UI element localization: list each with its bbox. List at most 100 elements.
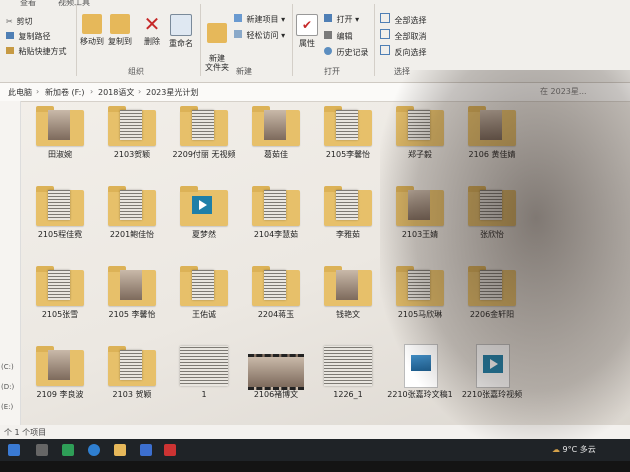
folder-icon (324, 184, 372, 226)
chevron-down-icon: ▾ (355, 15, 360, 24)
cloud-icon: ☁ (552, 445, 560, 454)
app-icon[interactable] (164, 444, 176, 456)
file-item-label: 张欣怡 (480, 230, 504, 239)
folder-icon (396, 104, 444, 146)
edit-button[interactable]: 编辑 (324, 31, 353, 42)
easy-access-label: 轻松访问 (246, 31, 279, 40)
folder-icon (180, 264, 228, 306)
search-input[interactable]: 在 2023星... (540, 86, 630, 98)
easy-access-button[interactable]: 轻松访问 ▾ (234, 30, 285, 41)
folder-icon (252, 184, 300, 226)
select-none-button[interactable]: 全部取消 (380, 29, 427, 42)
folder-icon (108, 104, 156, 146)
invert-selection-button[interactable]: 反向选择 (380, 45, 427, 58)
rename-button[interactable]: 重命名 (166, 14, 196, 49)
document-file-icon (396, 344, 444, 388)
delete-x-icon: ✕ (143, 12, 161, 36)
new-item-button[interactable]: 新建项目 ▾ (234, 14, 285, 25)
breadcrumb-2023-starlight[interactable]: 2023星光计划 (146, 87, 198, 98)
file-item-label: 2105李馨怡 (325, 150, 371, 159)
weather-widget[interactable]: ☁ 9°C 多云 (552, 444, 596, 455)
address-bar[interactable]: 此电脑 › 新加卷 (F:) › 2018语文 › 2023星光计划 (0, 83, 630, 102)
nav-item-drive-d[interactable]: (D:) (1, 383, 14, 391)
paste-shortcut-button[interactable]: 粘贴快捷方式 (6, 46, 67, 57)
folder-icon (324, 104, 372, 146)
image-thumbnail-icon (180, 344, 228, 386)
breadcrumb-2018-chinese[interactable]: 2018语文 (98, 87, 134, 98)
nav-item-drive-e[interactable]: (E:) (1, 403, 13, 411)
file-item-label: 2105马欣琳 (397, 310, 443, 319)
select-all-button[interactable]: 全部选择 (380, 13, 427, 26)
copy-to-button[interactable]: 复制到 (106, 14, 134, 47)
group-open-label: 打开 (324, 67, 340, 76)
folder-icon (108, 184, 156, 226)
rename-icon (170, 14, 192, 36)
new-item-icon (234, 14, 242, 22)
video-file-icon (468, 344, 516, 388)
edit-icon (324, 31, 332, 39)
file-item-label: 2210张嘉玲文稿1 (387, 390, 453, 399)
select-all-label: 全部选择 (394, 16, 427, 25)
copy-path-icon (6, 32, 14, 39)
easy-access-icon (234, 30, 242, 38)
tab-video-tools[interactable]: 视频工具 (58, 0, 90, 8)
wechat-icon[interactable] (62, 444, 74, 456)
delete-button[interactable]: ✕ 删除 (140, 14, 164, 47)
browser-icon[interactable] (88, 444, 100, 456)
tab-view[interactable]: 查看 (20, 0, 36, 8)
new-item-label: 新建项目 (246, 15, 279, 24)
properties-label: 属性 (299, 39, 315, 48)
file-explorer-icon[interactable] (114, 444, 126, 456)
file-item-label: 2105程佳霓 (37, 230, 83, 239)
move-to-button[interactable]: 移动到 (78, 14, 106, 47)
folder-icon (468, 184, 516, 226)
file-item-label: 1226_1 (333, 390, 363, 399)
select-none-icon (380, 29, 390, 39)
status-bar: 个 1 个项目 (0, 425, 630, 439)
folder-icon (36, 344, 84, 386)
properties-check-icon: ✔ (296, 14, 318, 36)
open-button[interactable]: 打开 ▾ (324, 14, 359, 25)
file-item-label: 2201鲍佳怡 (109, 230, 155, 239)
nav-item-drive-c[interactable]: (C:) (1, 363, 14, 371)
file-item-label: 郑子毅 (408, 150, 432, 159)
copy-folder-icon (110, 14, 130, 34)
weather-text: 9°C 多云 (562, 445, 596, 454)
chevron-right-icon: › (138, 87, 142, 96)
chevron-down-icon: ▾ (281, 31, 286, 40)
folder-icon (108, 344, 156, 386)
new-folder-button[interactable]: 新建 文件夹 (204, 14, 230, 72)
file-item-label: 2209付丽 无视频 (172, 150, 236, 159)
ribbon-divider (200, 4, 201, 76)
chevron-right-icon: › (36, 87, 40, 96)
history-button[interactable]: 历史记录 (324, 47, 369, 58)
file-item-label: 2204蒋玉 (257, 310, 295, 319)
cut-button[interactable]: ✂ 剪切 (6, 16, 33, 27)
file-item-label: 夏梦然 (192, 230, 216, 239)
open-label: 打开 (336, 15, 353, 24)
file-explorer-window: 查看 视频工具 ✂ 剪切 复制路径 粘贴快捷方式 移动到 复制到 ✕ 删除 重命… (0, 0, 630, 472)
breadcrumb-this-pc[interactable]: 此电脑 (8, 87, 32, 98)
video-thumbnail-icon (248, 344, 304, 390)
app-icon[interactable] (140, 444, 152, 456)
search-placeholder: 在 2023星... (540, 87, 587, 96)
file-item-label: 2103王婧 (401, 230, 439, 239)
file-item-label: 2103 贺颖 (112, 390, 152, 399)
group-new-label: 新建 (236, 67, 252, 76)
file-item-label: 1 (201, 390, 207, 399)
file-item-label: 李雅茹 (336, 230, 360, 239)
file-item-label: 钱艳文 (336, 310, 360, 319)
start-icon[interactable] (8, 444, 20, 456)
properties-button[interactable]: ✔ 属性 (294, 14, 320, 49)
folder-icon (396, 264, 444, 306)
folder-icon (108, 264, 156, 306)
file-item-label: 田淑婉 (48, 150, 72, 159)
new-folder-label: 新建 文件夹 (205, 54, 229, 72)
ribbon-divider (76, 4, 77, 76)
ribbon: 查看 视频工具 ✂ 剪切 复制路径 粘贴快捷方式 移动到 复制到 ✕ 删除 重命… (0, 0, 630, 83)
folder-icon (36, 184, 84, 226)
task-view-icon[interactable] (36, 444, 48, 456)
file-item-label: 王佑诚 (192, 310, 216, 319)
breadcrumb-drive-f[interactable]: 新加卷 (F:) (45, 87, 84, 98)
copy-path-button[interactable]: 复制路径 (6, 31, 51, 42)
